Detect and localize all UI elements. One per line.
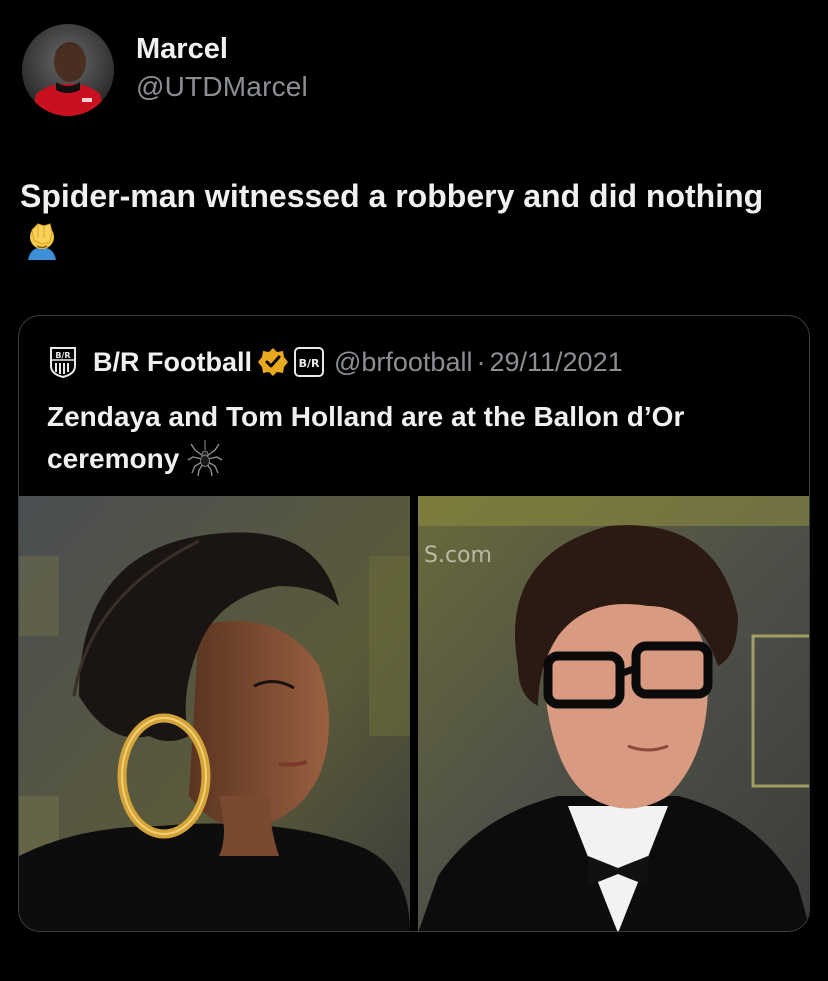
quote-date[interactable]: 29/11/2021 xyxy=(489,347,622,378)
br-badge-text: B/R xyxy=(299,357,320,370)
spider-icon xyxy=(187,440,223,477)
author-name[interactable]: Marcel xyxy=(136,31,308,67)
quote-author-name[interactable]: B/R Football xyxy=(93,347,252,378)
photo-tom-holland[interactable]: S.com xyxy=(418,496,809,931)
svg-text:S.com: S.com xyxy=(424,543,492,568)
tweet-body: Spider-man witnessed a robbery and did n… xyxy=(20,178,764,214)
quote-text: Zendaya and Tom Holland are at the Ballo… xyxy=(47,396,787,480)
quote-author-handle[interactable]: @brfootball xyxy=(334,347,472,378)
br-affiliate-badge-icon: B/R xyxy=(293,347,324,377)
quote-body: Zendaya and Tom Holland are at the Ballo… xyxy=(47,401,685,474)
quote-header: B/R B/R Football B/R @brfootball · 29/11… xyxy=(49,346,623,379)
br-logo-icon[interactable]: B/R xyxy=(49,346,77,379)
tweet-header: Marcel @UTDMarcel xyxy=(22,24,308,116)
quote-media: S.com xyxy=(19,496,809,931)
tweet-text: Spider-man witnessed a robbery and did n… xyxy=(20,174,800,264)
verified-badge-icon xyxy=(257,347,288,377)
photo-zendaya[interactable] xyxy=(19,496,410,931)
author-handle[interactable]: @UTDMarcel xyxy=(136,69,308,105)
quoted-tweet[interactable]: B/R B/R Football B/R @brfootball · 29/11… xyxy=(18,315,810,932)
quote-separator: · xyxy=(476,346,486,377)
facepalm-icon xyxy=(22,220,62,260)
avatar[interactable] xyxy=(22,24,114,116)
br-logo-text: B/R xyxy=(55,351,70,360)
